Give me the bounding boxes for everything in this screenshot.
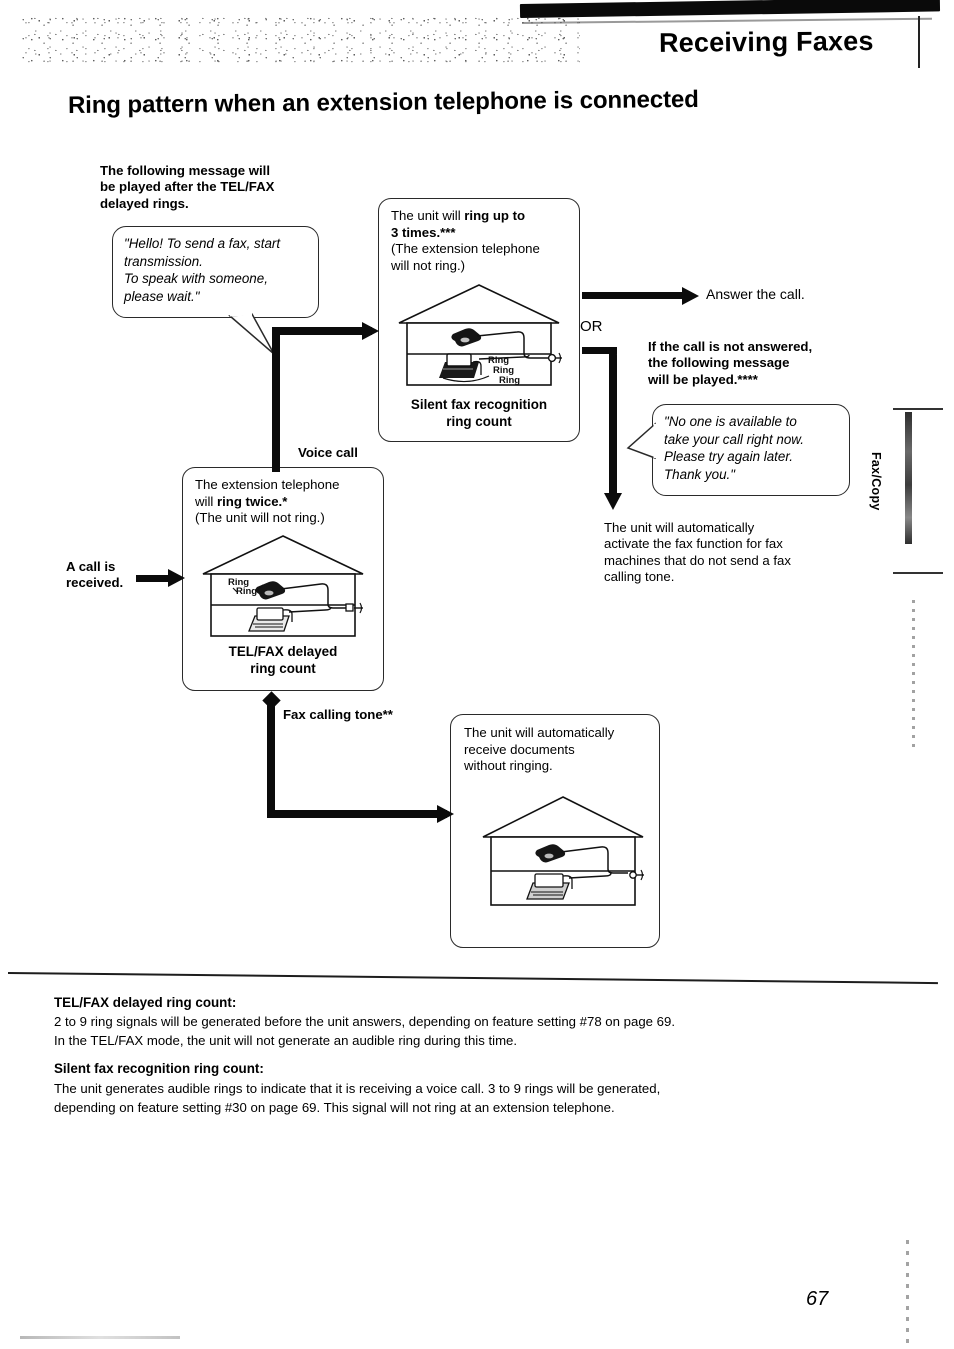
section-title: Receiving Faxes bbox=[659, 26, 875, 58]
box2-text-c: ring twice.* bbox=[216, 493, 288, 509]
bubble-unavailable-message: "No one is available to take your call r… bbox=[652, 404, 850, 496]
answer-call-arrow-shaft bbox=[582, 292, 690, 299]
box1-text-a: The unit will bbox=[391, 208, 465, 223]
footnote-0-body: 2 to 9 ring signals will be generated be… bbox=[54, 1014, 675, 1048]
box3-description: The unit will automatically receive docu… bbox=[464, 725, 615, 774]
box2-text-a: The extension telephone bbox=[195, 477, 340, 492]
box1-text-b: ring up to bbox=[464, 208, 526, 223]
box-extension-ring: The extension telephone will ring twice.… bbox=[182, 467, 384, 691]
footnote-1-heading: Silent fax recognition ring count: bbox=[54, 1061, 264, 1076]
box2-description: The extension telephone will ring twice.… bbox=[195, 477, 377, 527]
bubble-greeting-message: "Hello! To send a fax, start transmissio… bbox=[112, 226, 319, 318]
not-answered-note: If the call is not answered, the followi… bbox=[648, 339, 813, 387]
answer-call-arrow-head bbox=[682, 287, 699, 305]
box1-text-d: (The extension telephone will not ring.) bbox=[391, 241, 540, 273]
footnote-1-body: The unit generates audible rings to indi… bbox=[54, 1081, 661, 1115]
entry-arrow-shaft bbox=[136, 575, 172, 582]
box-auto-receive: The unit will automatically receive docu… bbox=[450, 714, 660, 948]
fax-tone-arrow-vertical bbox=[267, 700, 275, 818]
house-illustration-auto-receive bbox=[482, 796, 644, 906]
sidebar-rule-bottom bbox=[893, 572, 943, 574]
page-number: 67 bbox=[806, 1288, 829, 1310]
not-answered-arrow-vertical bbox=[609, 347, 617, 499]
sidebar-edge-dots bbox=[912, 600, 915, 750]
not-answered-arrow-head bbox=[604, 493, 622, 510]
box1-text-c: 3 times.*** bbox=[391, 224, 456, 240]
box-silent-fax-recognition: The unit will ring up to 3 times.*** (Th… bbox=[378, 198, 580, 442]
page-edge-dots bbox=[906, 1240, 909, 1344]
bubble-unavailable-text: "No one is available to take your call r… bbox=[664, 414, 804, 482]
page-header: Receiving Faxes bbox=[0, 0, 954, 76]
box1-caption: Silent fax recognition ring count bbox=[410, 397, 548, 429]
answer-call-label: Answer the call. bbox=[706, 286, 805, 302]
or-label: OR bbox=[580, 318, 603, 335]
svg-text:Ring: Ring bbox=[499, 375, 520, 386]
box2-text-d: (The unit will not ring.) bbox=[195, 510, 325, 526]
house-illustration-extension-ring: Ring Ring bbox=[202, 535, 364, 637]
bottom-scan-smudge bbox=[20, 1336, 180, 1339]
manual-page: Receiving Faxes Ring pattern when an ext… bbox=[0, 0, 954, 1349]
fax-tone-arrow-horizontal bbox=[267, 810, 447, 818]
voicecall-arrow-vertical bbox=[272, 327, 280, 472]
intro-note: The following message will be played aft… bbox=[100, 163, 275, 211]
sidebar-ink-smear bbox=[905, 412, 912, 544]
header-thin-rule bbox=[521, 17, 932, 24]
house-illustration-silent-recognition: Ring Ring Ring bbox=[398, 284, 562, 386]
fax-calling-tone-label: Fax calling tone** bbox=[283, 707, 393, 722]
entry-arrow-head bbox=[168, 569, 185, 587]
header-black-bar bbox=[519, 0, 941, 18]
footnote-0-heading: TEL/FAX delayed ring count: bbox=[54, 995, 237, 1010]
box1-description: The unit will ring up to 3 times.*** (Th… bbox=[391, 208, 573, 274]
page-title: Ring pattern when an extension telephone… bbox=[67, 85, 699, 119]
footnote-divider bbox=[7, 972, 938, 984]
bubble-unavailable-tail bbox=[626, 422, 657, 460]
sidebar-rule-top bbox=[893, 408, 943, 410]
scan-speckle-noise bbox=[20, 14, 580, 64]
bubble-greeting-text: "Hello! To send a fax, start transmissio… bbox=[124, 236, 281, 304]
voice-call-label: Voice call bbox=[298, 445, 358, 460]
voicecall-arrow-head bbox=[362, 322, 379, 340]
box2-text-b: will bbox=[195, 493, 217, 509]
header-vertical-rule bbox=[918, 16, 920, 68]
fax-tone-arrow-head bbox=[437, 805, 454, 823]
svg-text:Ring: Ring bbox=[236, 586, 257, 597]
voicecall-arrow-horizontal bbox=[272, 327, 372, 335]
auto-fax-note: The unit will automatically activate the… bbox=[604, 520, 791, 585]
sidebar-tab-faxcopy: Fax/Copy bbox=[869, 452, 883, 511]
box2-caption: TEL/FAX delayed ring count bbox=[228, 644, 338, 676]
